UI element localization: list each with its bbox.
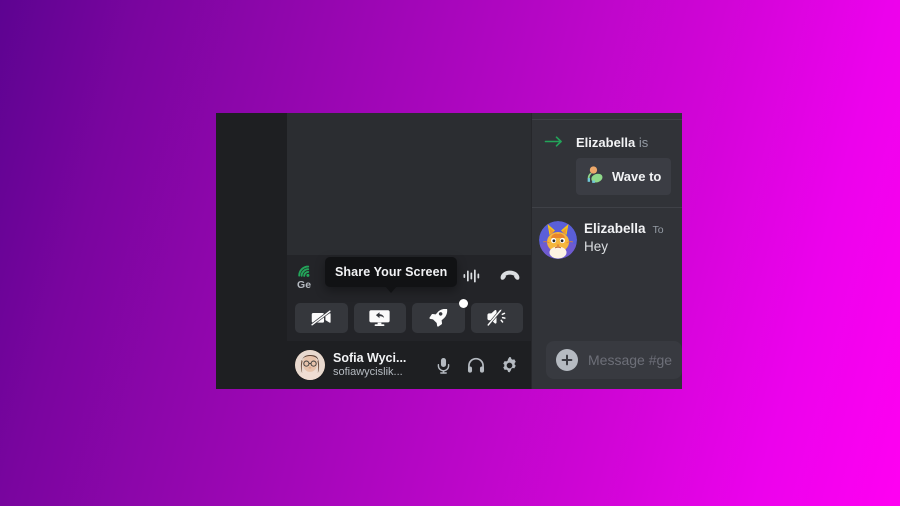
soundboard-icon[interactable] <box>461 265 483 287</box>
user-handle: sofiawycislik... <box>333 365 403 378</box>
disconnect-call-icon[interactable] <box>499 265 521 287</box>
voice-status-row: Ge Share Your Screen <box>295 257 523 299</box>
activities-button[interactable] <box>412 299 468 333</box>
screen-share-icon <box>369 310 390 326</box>
screen-share-button[interactable] <box>353 303 406 333</box>
avatar[interactable] <box>295 350 325 380</box>
gear-icon <box>502 356 516 372</box>
cat-character-avatar[interactable] <box>539 220 577 259</box>
soundboard-speaker-icon <box>486 309 506 327</box>
message-timestamp: To <box>652 223 664 236</box>
voice-channel-name: Ge <box>297 279 312 291</box>
voice-controls-group <box>461 265 521 287</box>
system-join-message: Elizabella is Wave to <box>532 120 682 207</box>
user-display-name: Sofia Wyci... <box>333 351 407 366</box>
user-controls <box>431 353 523 377</box>
headphones-button[interactable] <box>464 353 488 377</box>
message-text: Hey <box>584 239 609 255</box>
message-input-area: Message #ge <box>532 337 682 389</box>
channel-sidebar: Ge Share Your Screen Sofia Wyci... sofia… <box>287 113 531 389</box>
message-header: Elizabella To <box>584 220 682 238</box>
share-screen-tooltip: Share Your Screen <box>325 257 458 287</box>
voice-action-buttons <box>295 299 523 333</box>
wave-button-label: Wave to <box>612 168 662 184</box>
headphones-icon <box>467 357 485 373</box>
activities-notification-badge <box>458 299 468 308</box>
user-identity: Sofia Wyci... sofiawycislik... <box>333 351 423 378</box>
message-avatar-wrap <box>532 220 584 259</box>
message-input-placeholder: Message #ge <box>588 352 673 368</box>
soundboard-button[interactable] <box>470 303 523 333</box>
chat-panel: Elizabella is Wave to Elizabella To Hey … <box>531 113 682 389</box>
microphone-icon <box>437 357 449 374</box>
system-message-text: Elizabella is <box>576 134 682 152</box>
microphone-button[interactable] <box>431 353 455 377</box>
server-rail[interactable] <box>216 113 287 389</box>
chat-message: Elizabella To Hey <box>532 208 682 263</box>
wave-to-button[interactable]: Wave to <box>576 157 672 195</box>
system-message-rest: is <box>635 135 649 150</box>
voice-status-text: Ge <box>295 263 314 291</box>
discord-app-window: Ge Share Your Screen Sofia Wyci... sofia… <box>216 113 682 389</box>
waving-hand-emoji <box>584 164 604 189</box>
message-body: Elizabella To Hey <box>584 220 682 258</box>
current-user-panel[interactable]: Sofia Wyci... sofiawycislik... <box>287 341 531 389</box>
message-author[interactable]: Elizabella <box>584 220 646 238</box>
system-message-body: Elizabella is Wave to <box>576 134 682 195</box>
voice-connection-panel: Ge Share Your Screen <box>287 255 531 341</box>
camera-off-button[interactable] <box>295 303 348 333</box>
signal-strength-icon <box>297 263 314 278</box>
message-input-box[interactable]: Message #ge <box>546 341 682 379</box>
video-camera-off-icon <box>311 310 332 326</box>
system-message-author: Elizabella <box>576 135 636 150</box>
rocket-icon <box>429 309 447 327</box>
arrow-right-icon <box>532 134 576 148</box>
message-list[interactable]: Elizabella is Wave to Elizabella To Hey <box>532 113 682 337</box>
channel-list[interactable] <box>287 113 531 255</box>
settings-button[interactable] <box>497 353 521 377</box>
plus-circle-icon[interactable] <box>556 349 578 371</box>
